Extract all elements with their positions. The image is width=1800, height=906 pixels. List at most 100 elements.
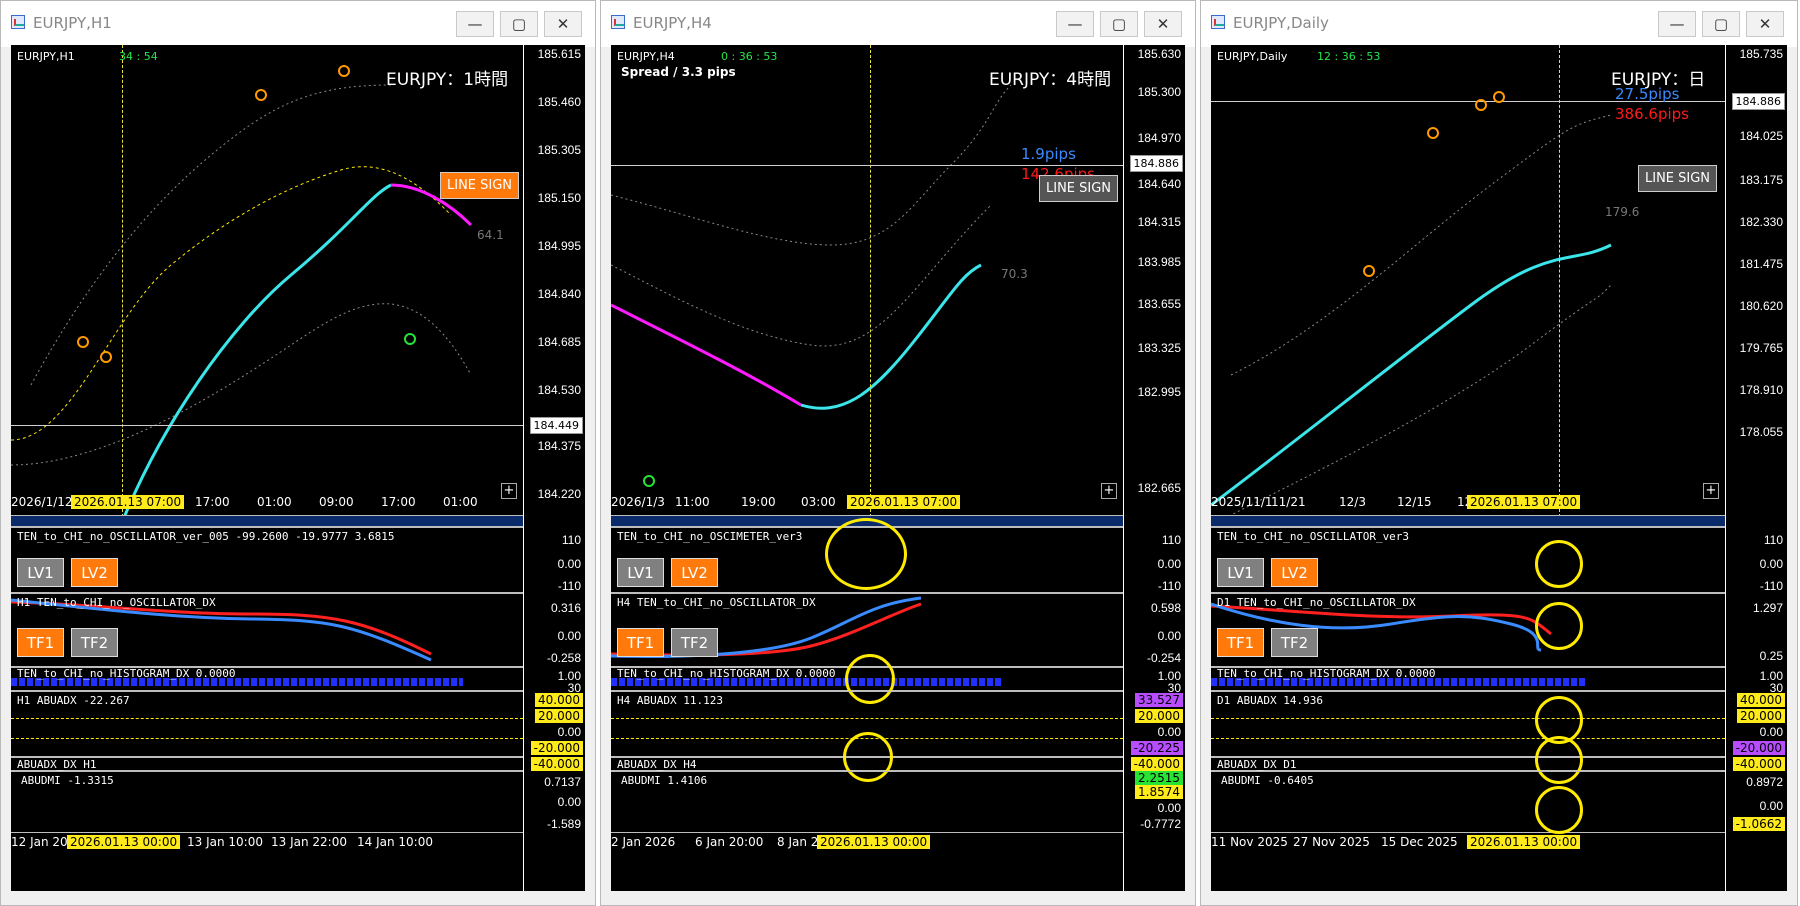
- histogram-pane[interactable]: TEN_to_CHI_no_HISTOGRAM_DX 0.0000: [1211, 667, 1725, 691]
- tf2-button[interactable]: TF2: [71, 628, 118, 657]
- cursor-line: [1559, 45, 1560, 517]
- dx-pane[interactable]: H1 TEN_to_CHI_no_OSCILLATOR_DX TF1 TF2: [11, 593, 523, 667]
- pips-blue: 27.5pips: [1615, 85, 1680, 103]
- chart-window-h1[interactable]: EURJPY,H1 — ▢ ✕ EURJPY,H1 34 : 54 EURJPY…: [0, 0, 596, 906]
- histogram-pane[interactable]: TEN_to_CHI_no_HISTOGRAM_DX 0.0000: [611, 654, 1123, 704]
- minimize-button[interactable]: —: [1658, 11, 1696, 37]
- lv1-button[interactable]: LV1: [17, 558, 64, 587]
- time-axis: 2026/1/3 11:00 19:00 03:00 2026.01.13 07…: [611, 495, 1061, 513]
- abuadx-dx-pane[interactable]: ABUADX_DX H4: [611, 732, 1123, 782]
- lv1-button[interactable]: LV1: [1217, 558, 1264, 587]
- window-titlebar[interactable]: EURJPY,H4 — ▢ ✕: [601, 1, 1195, 47]
- histogram-pane[interactable]: TEN_to_CHI_no_HISTOGRAM_DX 0.0000: [11, 667, 523, 691]
- pips-red: 386.6pips: [1615, 105, 1689, 123]
- chart-window-h4[interactable]: EURJPY,H4 — ▢ ✕ EURJPY,H4 0 : 36 : 53 Sp…: [600, 0, 1196, 906]
- current-price-tag: 184.886: [1731, 93, 1785, 110]
- tf1-button[interactable]: TF1: [1217, 628, 1264, 657]
- abudmi-pane[interactable]: ABUDMI 1.4106: [611, 771, 1123, 833]
- chart-window-icon: [1211, 15, 1225, 29]
- minimize-button[interactable]: —: [456, 11, 494, 37]
- signal-marker-icon: [77, 336, 89, 348]
- time-axis: 2025/11/1 11/21 12/3 12/15 12/26 2026.01…: [1211, 495, 1663, 513]
- price-pane[interactable]: EURJPY,Daily 12 : 36 : 53 EURJPY：日 27.5p…: [1211, 45, 1725, 517]
- abudmi-pane[interactable]: ABUDMI -1.3315: [11, 771, 523, 833]
- price-axis[interactable]: 185.735 184.886 184.025 183.175 182.330 …: [1725, 45, 1787, 891]
- abuadx-pane[interactable]: D1 ABUADX 14.936: [1211, 691, 1725, 757]
- spread-label: Spread / 3.3 pips: [621, 65, 736, 79]
- lv2-button[interactable]: LV2: [1271, 558, 1318, 587]
- abudmi-label: ABUDMI -1.3315: [21, 774, 114, 787]
- side-value: 179.6: [1605, 205, 1640, 219]
- bar-timer: 12 : 36 : 53: [1317, 50, 1381, 63]
- window-titlebar[interactable]: EURJPY,Daily — ▢ ✕: [1201, 1, 1797, 47]
- window-title: EURJPY,H1: [33, 14, 112, 32]
- oscillator-pane[interactable]: TEN_to_CHI_no_OSCILLATOR_ver3 LV1 LV2: [1211, 527, 1725, 593]
- oscillator-pane[interactable]: TEN_to_CHI_no_OSCIMETER_ver3 LV1 LV2: [611, 518, 1123, 593]
- abuadx-dx-label: ABUADX_DX H1: [17, 758, 97, 771]
- signal-marker-icon: [338, 65, 350, 77]
- tick-strip: [11, 515, 523, 527]
- current-price-line: [11, 425, 523, 426]
- lv2-button[interactable]: LV2: [71, 558, 118, 587]
- signal-marker-icon: [255, 89, 267, 101]
- expand-icon[interactable]: +: [1101, 483, 1117, 499]
- line-sign-button[interactable]: LINE SIGN: [1039, 175, 1119, 202]
- highlight-circle: [1535, 602, 1583, 650]
- bottom-time-axis: 2 Jan 2026 6 Jan 20:00 8 Jan 20 2026.01.…: [611, 835, 1123, 853]
- side-value: 70.3: [1001, 267, 1028, 281]
- cursor-time: 2026.01.13 07:00: [1467, 495, 1581, 509]
- chart-area[interactable]: EURJPY,Daily 12 : 36 : 53 EURJPY：日 27.5p…: [1211, 45, 1787, 891]
- signal-marker-icon: [1363, 265, 1375, 277]
- time-axis: 2026/1/12 17:00 01:00 09:00 17:00 01:00 …: [11, 495, 478, 509]
- maximize-button[interactable]: ▢: [1100, 11, 1138, 37]
- window-titlebar[interactable]: EURJPY,H1 — ▢ ✕: [1, 1, 595, 47]
- price-axis[interactable]: 185.630 185.300 184.970 184.886 184.640 …: [1123, 45, 1185, 891]
- tf1-button[interactable]: TF1: [17, 628, 64, 657]
- abuadx-dx-pane[interactable]: ABUADX_DX H1: [11, 757, 523, 771]
- oscillator-label: TEN_to_CHI_no_OSCILLATOR_ver_005 -99.260…: [17, 530, 395, 543]
- abuadx-dx-pane[interactable]: ABUADX_DX D1: [1211, 736, 1725, 784]
- window-title: EURJPY,Daily: [1233, 14, 1329, 32]
- chart-window-icon: [11, 15, 25, 29]
- abuadx-pane[interactable]: H1 ABUADX -22.267: [11, 691, 523, 757]
- lv2-button[interactable]: LV2: [671, 558, 718, 587]
- chart-title: EURJPY：4時間: [989, 70, 1112, 90]
- close-button[interactable]: ✕: [544, 11, 582, 37]
- highlight-circle: [825, 518, 907, 590]
- line-sign-button[interactable]: LINE SIGN: [1638, 165, 1718, 192]
- expand-icon[interactable]: +: [1703, 483, 1719, 499]
- side-value: 64.1: [477, 228, 504, 242]
- price-axis[interactable]: 185.615 185.460 185.305 185.150 184.995 …: [523, 45, 585, 891]
- current-price-tag: 184.886: [1129, 155, 1183, 172]
- tf1-button[interactable]: TF1: [617, 628, 664, 657]
- current-price-tag: 184.449: [529, 417, 583, 434]
- dx-pane[interactable]: D1 TEN_to_CHI_no_OSCILLATOR_DX TF1 TF2: [1211, 593, 1725, 667]
- lv1-button[interactable]: LV1: [617, 558, 664, 587]
- line-sign-button[interactable]: LINE SIGN: [440, 172, 520, 199]
- tf2-button[interactable]: TF2: [1271, 628, 1318, 657]
- expand-icon[interactable]: +: [501, 483, 517, 499]
- oscillator-pane[interactable]: TEN_to_CHI_no_OSCILLATOR_ver_005 -99.260…: [11, 527, 523, 593]
- abuadx-label: H4 ABUADX 11.123: [617, 694, 723, 707]
- abuadx-label: H1 ABUADX -22.267: [17, 694, 130, 707]
- close-button[interactable]: ✕: [1144, 11, 1182, 37]
- abuadx-label: D1 ABUADX 14.936: [1217, 694, 1323, 707]
- tf2-button[interactable]: TF2: [671, 628, 718, 657]
- maximize-button[interactable]: ▢: [1702, 11, 1740, 37]
- abuadx-dx-label: ABUADX_DX H4: [617, 758, 697, 771]
- chart-title: EURJPY：1時間: [386, 70, 509, 90]
- price-pane[interactable]: EURJPY,H1 34 : 54 EURJPY：1時間 LINE SIGN 6…: [11, 45, 523, 517]
- chart-area[interactable]: EURJPY,H4 0 : 36 : 53 Spread / 3.3 pips …: [611, 45, 1185, 891]
- abudmi-pane[interactable]: ABUDMI -0.6405: [1211, 771, 1725, 834]
- price-pane[interactable]: EURJPY,H4 0 : 36 : 53 Spread / 3.3 pips …: [611, 45, 1123, 517]
- chart-window-daily[interactable]: EURJPY,Daily — ▢ ✕ EURJPY,Daily 12 : 36 …: [1200, 0, 1798, 906]
- maximize-button[interactable]: ▢: [500, 11, 538, 37]
- signal-marker-icon: [404, 333, 416, 345]
- minimize-button[interactable]: —: [1056, 11, 1094, 37]
- pips-blue: 1.9pips: [1021, 145, 1076, 163]
- cursor-time: 2026.01.13 07:00: [71, 495, 185, 509]
- chart-area[interactable]: EURJPY,H1 34 : 54 EURJPY：1時間 LINE SIGN 6…: [11, 45, 585, 891]
- close-button[interactable]: ✕: [1746, 11, 1784, 37]
- tick-strip: [1211, 515, 1725, 527]
- bottom-cursor-time: 2026.01.13 00:00: [67, 835, 181, 849]
